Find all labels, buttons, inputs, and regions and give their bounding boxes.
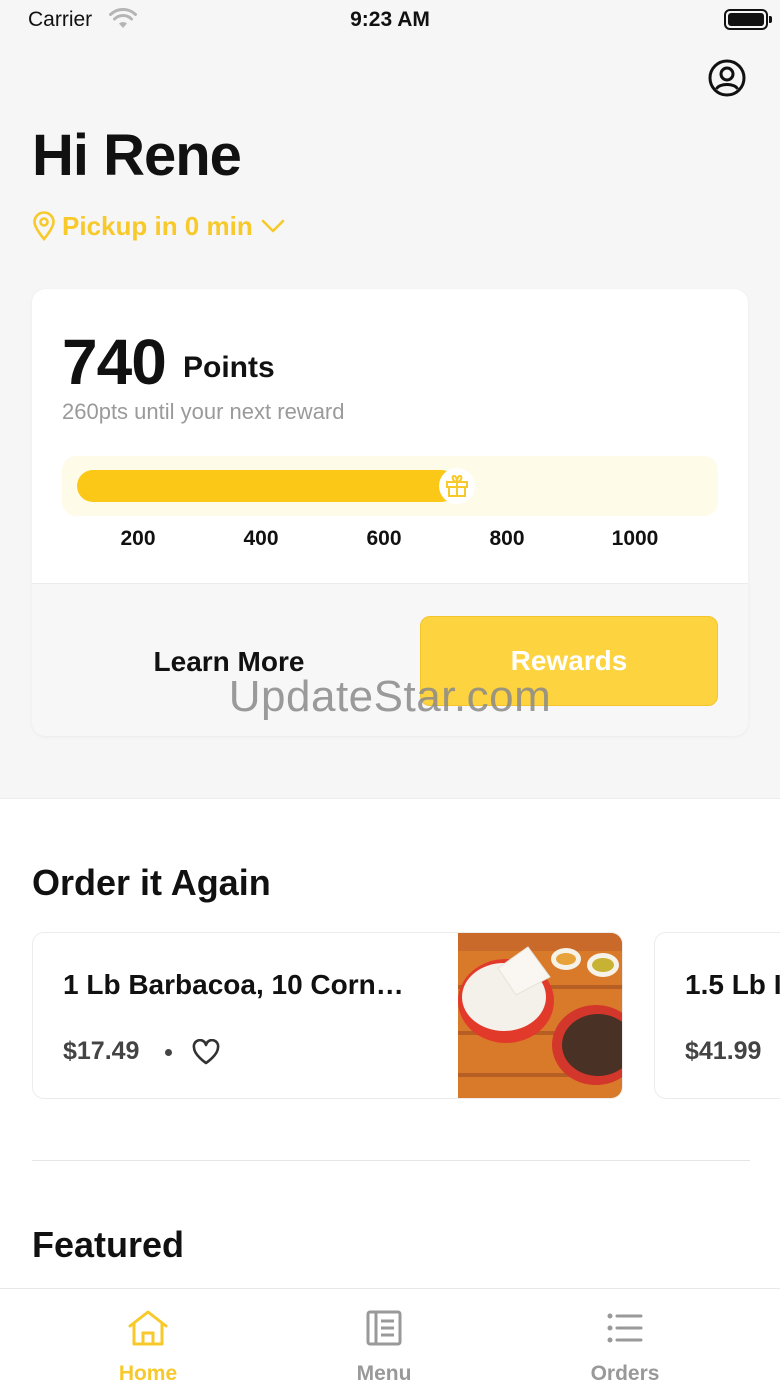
separator-dot xyxy=(165,1049,172,1056)
points-label: Points xyxy=(183,351,275,384)
tab-home[interactable]: Home xyxy=(58,1289,238,1387)
menu-book-icon xyxy=(366,1310,402,1346)
order-item-name: 1.5 Lb I xyxy=(685,969,780,1000)
pickup-label: Pickup in 0 min xyxy=(62,210,253,241)
tab-label: Menu xyxy=(356,1362,412,1385)
chevron-down-icon xyxy=(261,219,285,233)
rewards-progress-bar xyxy=(62,456,718,516)
pickup-selector[interactable]: Pickup in 0 min xyxy=(32,208,291,244)
home-icon xyxy=(128,1310,168,1346)
food-photo xyxy=(458,933,622,1098)
order-item-price: $17.49 xyxy=(63,1037,140,1065)
location-pin-icon xyxy=(33,211,55,241)
tab-menu[interactable]: Menu xyxy=(294,1289,474,1387)
list-icon xyxy=(607,1313,643,1343)
progress-tick-label: 200 xyxy=(120,527,156,550)
status-time: 9:23 AM xyxy=(350,8,430,31)
heart-icon[interactable] xyxy=(192,1039,220,1065)
progress-tick-label: 400 xyxy=(243,527,279,550)
battery-icon xyxy=(724,9,772,30)
progress-tick-label: 800 xyxy=(489,527,525,550)
order-again-card[interactable]: 1 Lb Barbacoa, 10 Corn… $17.49 xyxy=(32,932,623,1099)
watermark: UpdateStar.com xyxy=(228,672,552,721)
next-reward-text: 260pts until your next reward xyxy=(62,399,345,424)
tab-orders[interactable]: Orders xyxy=(535,1289,715,1387)
greeting-title: Hi Rene xyxy=(32,123,242,188)
status-bar: Carrier 9:23 AM xyxy=(0,0,780,40)
rewards-card: 740 Points 260pts until your next reward… xyxy=(32,289,748,736)
tab-label: Home xyxy=(118,1362,178,1385)
progress-tick-label: 600 xyxy=(366,527,402,550)
order-item-name: 1 Lb Barbacoa, 10 Corn… xyxy=(63,969,404,1000)
points-value: 740 xyxy=(62,326,167,398)
rewards-progress-fill xyxy=(77,470,457,502)
order-again-card[interactable]: 1.5 Lb I $41.99 xyxy=(654,932,780,1099)
progress-tick-label: 1000 xyxy=(611,527,659,550)
tab-bar: Home Menu Orders xyxy=(0,1288,780,1387)
section-divider xyxy=(32,1160,750,1161)
gift-icon xyxy=(439,468,475,504)
featured-title: Featured xyxy=(32,1224,185,1265)
tab-label: Orders xyxy=(590,1362,660,1385)
profile-icon[interactable] xyxy=(708,59,746,97)
order-item-price: $41.99 xyxy=(685,1037,762,1065)
order-again-title: Order it Again xyxy=(32,862,271,903)
